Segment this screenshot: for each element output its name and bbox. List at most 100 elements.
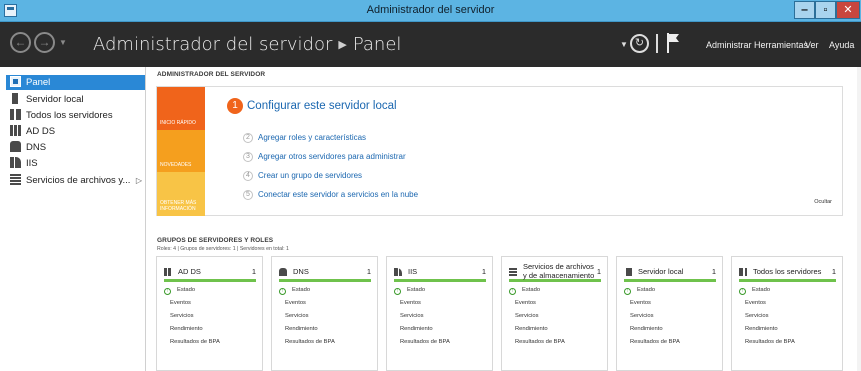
sidebar-item-servidor-local[interactable]: Servidor local <box>6 92 145 107</box>
tile-row-servicios[interactable]: Servicios <box>515 313 539 319</box>
minimize-button[interactable]: ‒ <box>794 1 815 19</box>
refresh-icon[interactable]: ↻ <box>630 34 649 53</box>
expand-arrow-icon[interactable]: ▷ <box>136 173 142 188</box>
tile-row-estado[interactable]: ↑ Estado <box>624 287 655 295</box>
sidebar-item-todos-los-servidores[interactable]: Todos los servidores <box>6 108 145 123</box>
tile-row-bpa[interactable]: Resultados de BPA <box>745 339 795 345</box>
menu-ver[interactable]: Ver <box>805 40 819 50</box>
tile-row-bpa[interactable]: Resultados de BPA <box>515 339 565 345</box>
sidebar-item-iis[interactable]: IIS <box>6 156 145 171</box>
menu-ayuda[interactable]: Ayuda <box>829 40 854 50</box>
close-button[interactable]: ✕ <box>836 1 860 19</box>
file-services-icon <box>509 268 517 276</box>
tile-row-eventos[interactable]: Eventos <box>170 300 191 306</box>
refresh-dropdown-icon[interactable]: ▼ <box>620 40 628 49</box>
step-add-servers[interactable]: 3 Agregar otros servidores para administr… <box>243 148 406 166</box>
strip-whats-new[interactable]: NOVEDADES <box>157 130 205 172</box>
sidebar-item-dns[interactable]: DNS <box>6 140 145 155</box>
tile-header[interactable]: DNS 1 <box>279 262 371 282</box>
tile-row-eventos[interactable]: Eventos <box>515 300 536 306</box>
iis-icon <box>394 268 402 276</box>
sidebar-item-ad-ds[interactable]: AD DS <box>6 124 145 139</box>
dns-icon <box>10 141 21 152</box>
tile-row-rendimiento[interactable]: Rendimiento <box>285 326 318 332</box>
notifications-flag-icon[interactable] <box>667 33 680 53</box>
strip-learn-more[interactable]: OBTENER MÁS INFORMACIÓN <box>157 172 205 216</box>
step-label: Conectar este servidor a servicios en la… <box>258 190 419 200</box>
tile-row-estado[interactable]: ↑ Estado <box>509 287 540 295</box>
tile-header[interactable]: IIS 1 <box>394 262 486 282</box>
tile-row-estado[interactable]: ↑ Estado <box>739 287 770 295</box>
tile-row-bpa[interactable]: Resultados de BPA <box>630 339 680 345</box>
tile-row-eventos[interactable]: Eventos <box>285 300 306 306</box>
tile-row-servicios[interactable]: Servicios <box>170 313 194 319</box>
menu-herramientas[interactable]: Herramientas <box>754 40 808 50</box>
tile-count: 1 <box>831 267 836 276</box>
status-ok-icon: ↑ <box>624 288 631 295</box>
tile-header[interactable]: Todos los servidores 1 <box>739 262 836 282</box>
sidebar-item-label: AD DS <box>26 126 56 137</box>
hide-link[interactable]: Ocultar <box>814 199 832 205</box>
sidebar-item-panel[interactable]: Panel <box>6 75 145 90</box>
sidebar-item-servicios-de-archivos[interactable]: Servicios de archivos y... ▷ <box>6 173 145 188</box>
step-add-roles[interactable]: 2 Agregar roles y características <box>243 129 366 147</box>
breadcrumb-separator-icon: ▶ <box>338 38 347 51</box>
history-dropdown-icon[interactable]: ▼ <box>59 38 67 47</box>
tile-row-estado[interactable]: ↑ Estado <box>164 287 195 295</box>
sidebar-item-label: Servicios de archivos y... <box>26 175 131 186</box>
tile-row-servicios[interactable]: Servicios <box>285 313 309 319</box>
tile-row-bpa[interactable]: Resultados de BPA <box>285 339 335 345</box>
maximize-button[interactable]: ▫ <box>815 1 836 19</box>
role-tile-local-server[interactable]: Servidor local 1 ↑ Estado Eventos Servici… <box>616 256 723 371</box>
step-number: 1 <box>227 97 243 114</box>
step-label: Configurar este servidor local <box>247 99 397 112</box>
tile-header[interactable]: AD DS 1 <box>164 262 256 282</box>
tile-title: Servicios de archivos y de almacenamient… <box>523 262 595 280</box>
step-create-group[interactable]: 4 Crear un grupo de servidores <box>243 167 362 185</box>
tile-row-eventos[interactable]: Eventos <box>630 300 651 306</box>
tile-row-bpa[interactable]: Resultados de BPA <box>400 339 450 345</box>
tile-title: IIS <box>408 267 418 276</box>
role-tile-iis[interactable]: IIS 1 ↑ Estado Eventos Servicios Rendimie… <box>386 256 493 371</box>
window-title: Administrador del servidor <box>366 4 495 16</box>
back-arrow-icon[interactable]: ← <box>10 32 31 53</box>
sidebar-item-label: DNS <box>26 142 47 153</box>
role-tile-dns[interactable]: DNS 1 ↑ Estado Eventos Servicios Rendimie… <box>271 256 378 371</box>
status-ok-icon: ↑ <box>739 288 746 295</box>
role-tile-all-servers[interactable]: Todos los servidores 1 ↑ Estado Eventos S… <box>731 256 843 371</box>
tile-row-rendimiento[interactable]: Rendimiento <box>630 326 663 332</box>
step-connect-cloud[interactable]: 5 Conectar este servidor a servicios en l… <box>243 186 418 204</box>
tile-count: 1 <box>366 267 371 276</box>
tile-row-rendimiento[interactable]: Rendimiento <box>515 326 548 332</box>
tile-header[interactable]: Servidor local 1 <box>624 262 716 282</box>
menu-administrar[interactable]: Administrar <box>706 40 752 50</box>
tile-title: Servidor local <box>638 267 684 276</box>
file-services-icon <box>10 174 21 185</box>
tile-header[interactable]: Servicios de archivos y de almacenamient… <box>509 262 601 282</box>
breadcrumb-app: Administrador del servidor <box>93 34 333 55</box>
tile-row-rendimiento[interactable]: Rendimiento <box>745 326 778 332</box>
forward-arrow-icon[interactable]: → <box>34 32 55 53</box>
role-tile-ad-ds[interactable]: AD DS 1 ↑ Estado Eventos Servicios Rendim… <box>156 256 263 371</box>
tile-row-rendimiento[interactable]: Rendimiento <box>170 326 203 332</box>
tile-row-eventos[interactable]: Eventos <box>400 300 421 306</box>
adds-icon <box>10 125 21 136</box>
step-configure-local-server[interactable]: 1 Configurar este servidor local <box>227 97 397 115</box>
vertical-scrollbar[interactable] <box>857 67 861 371</box>
tile-row-eventos[interactable]: Eventos <box>745 300 766 306</box>
tile-row-estado[interactable]: ↑ Estado <box>279 287 310 295</box>
tile-row-bpa[interactable]: Resultados de BPA <box>170 339 220 345</box>
role-tile-file-services[interactable]: Servicios de archivos y de almacenamient… <box>501 256 608 371</box>
roles-section-title: GRUPOS DE SERVIDORES Y ROLES <box>157 237 274 244</box>
main-content: ADMINISTRADOR DEL SERVIDOR INICIO RÁPIDO… <box>147 67 861 371</box>
sidebar-item-label: Panel <box>26 77 51 88</box>
tile-row-servicios[interactable]: Servicios <box>630 313 654 319</box>
tile-row-estado[interactable]: ↑ Estado <box>394 287 425 295</box>
tile-row-rendimiento[interactable]: Rendimiento <box>400 326 433 332</box>
tile-row-servicios[interactable]: Servicios <box>400 313 424 319</box>
status-ok-icon: ↑ <box>279 288 286 295</box>
breadcrumb-page: Panel <box>352 34 402 55</box>
strip-quick-start[interactable]: INICIO RÁPIDO <box>157 87 205 130</box>
iis-icon <box>10 157 21 168</box>
tile-row-servicios[interactable]: Servicios <box>745 313 769 319</box>
